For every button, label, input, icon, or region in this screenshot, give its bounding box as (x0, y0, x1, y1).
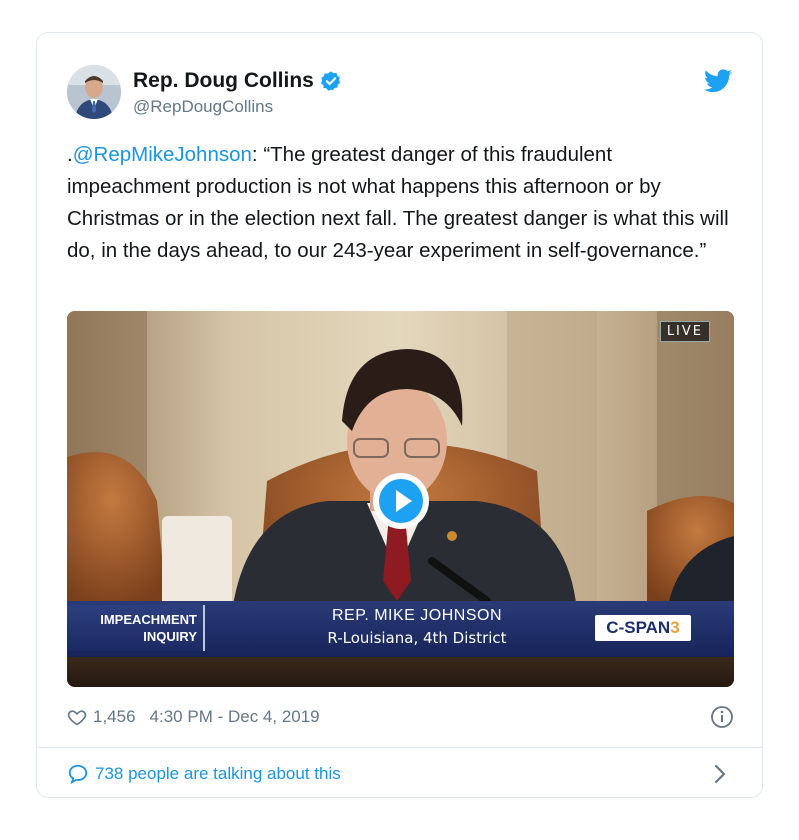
channel-num: 3 (670, 618, 680, 637)
video-bottom-strip (67, 657, 734, 687)
channel-main: C-SPAN (606, 618, 671, 637)
speech-bubble-icon (67, 763, 89, 785)
heart-icon[interactable] (67, 707, 87, 727)
banner-left-line2: INQUIRY (143, 629, 197, 644)
channel-logo: C-SPAN3 (595, 615, 691, 641)
mention-link[interactable]: @RepMikeJohnson (73, 143, 252, 166)
author-name-row[interactable]: Rep. Doug Collins (133, 69, 342, 93)
banner-name: REP. MIKE JOHNSON (331, 607, 502, 624)
avatar[interactable] (67, 65, 121, 119)
tweet-text: .@RepMikeJohnson: “The greatest danger o… (67, 139, 737, 267)
verified-badge-icon (320, 70, 342, 92)
chevron-right-icon[interactable] (712, 763, 728, 785)
tweet-card: Rep. Doug Collins @RepDougCollins .@RepM… (36, 32, 763, 798)
like-count[interactable]: 1,456 (93, 707, 136, 727)
video-player[interactable]: LIVE IMPEACHMENT INQUIRY REP. MIKE JOHNS… (67, 311, 734, 687)
banner-left-line1: IMPEACHMENT (100, 612, 197, 627)
conversation-link[interactable]: 738 people are talking about this (67, 761, 732, 787)
info-icon[interactable] (710, 705, 734, 729)
live-badge: LIVE (659, 321, 710, 342)
banner-left-box: IMPEACHMENT INQUIRY (67, 605, 205, 651)
lower-third-banner: IMPEACHMENT INQUIRY REP. MIKE JOHNSON R-… (67, 601, 734, 657)
timestamp[interactable]: 4:30 PM - Dec 4, 2019 (150, 707, 320, 727)
play-icon[interactable] (371, 471, 431, 531)
divider (37, 747, 762, 748)
banner-subtitle: R-Louisiana, 4th District (327, 629, 507, 647)
twitter-bird-icon[interactable] (704, 69, 732, 93)
talking-count[interactable]: 738 people are talking about this (95, 764, 341, 784)
handle[interactable]: @RepDougCollins (133, 97, 273, 117)
display-name[interactable]: Rep. Doug Collins (133, 69, 314, 93)
meta-row: 1,456 4:30 PM - Dec 4, 2019 (67, 703, 737, 731)
